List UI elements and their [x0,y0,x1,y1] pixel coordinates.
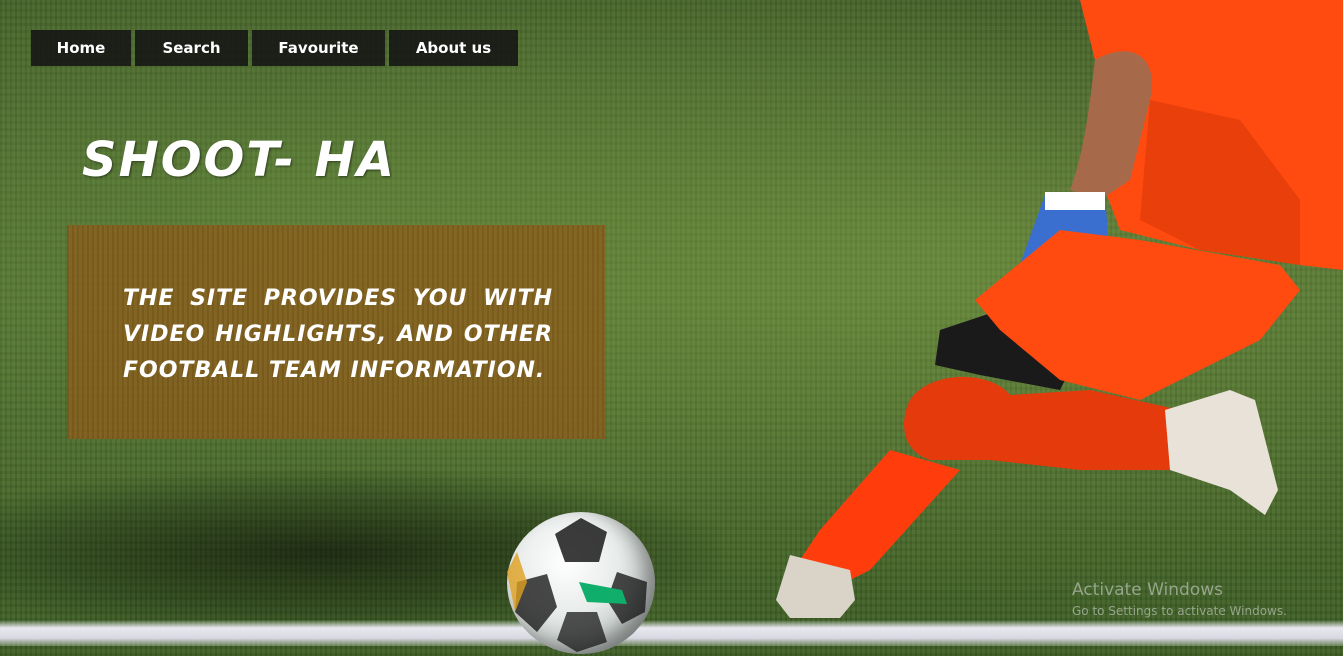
watermark-title: Activate Windows [1072,580,1223,600]
back-shoe [1165,390,1278,515]
watermark-subtitle: Go to Settings to activate Windows. [1072,604,1287,618]
info-box: THE SITE PROVIDES YOU WITH VIDEO HIGHLIG… [67,225,605,439]
site-title: SHOOT- HA [82,132,396,188]
main-nav: Home Search Favourite About us [31,30,518,66]
site-description: THE SITE PROVIDES YOU WITH VIDEO HIGHLIG… [123,286,553,383]
football [507,512,655,654]
nav-home[interactable]: Home [31,30,131,66]
football-pattern [507,518,647,652]
page: Home Search Favourite About us SHOOT- HA… [0,0,1343,656]
nav-favourite[interactable]: Favourite [252,30,385,66]
activate-windows-watermark: Activate Windows Go to Settings to activ… [1072,580,1287,618]
nav-about-us[interactable]: About us [389,30,518,66]
nav-search[interactable]: Search [135,30,248,66]
glove-cuff [1045,192,1105,210]
